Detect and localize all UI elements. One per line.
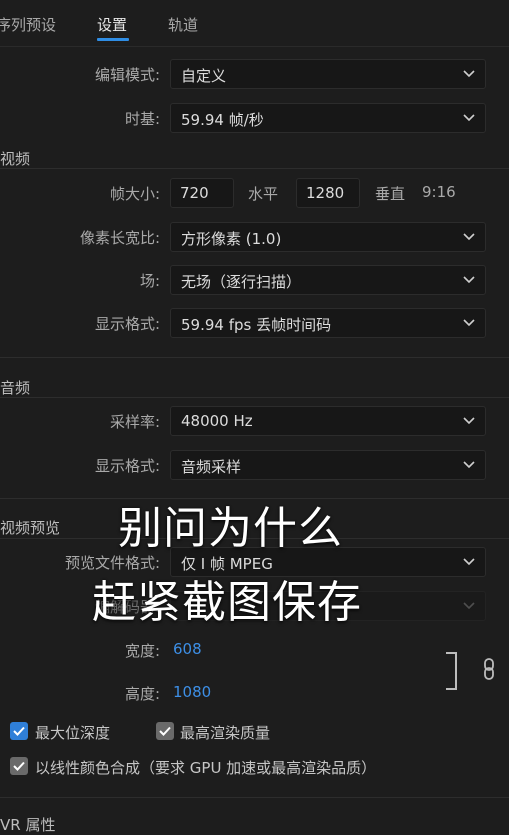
frame-width-value: 720: [180, 184, 209, 202]
active-tab-indicator: [97, 38, 129, 41]
audio-display-format-label: 显示格式:: [94, 457, 160, 475]
checkmark-icon: [13, 761, 25, 771]
edit-mode-value: 自定义: [181, 67, 227, 85]
video-display-format-dropdown[interactable]: 59.94 fps 丢帧时间码: [170, 308, 486, 338]
edit-mode-dropdown[interactable]: 自定义: [170, 59, 486, 89]
sample-rate-label: 采样率:: [109, 413, 160, 431]
preview-section-title: 视频预览: [0, 519, 61, 537]
field-label: 场:: [139, 272, 160, 290]
field-dropdown[interactable]: 无场（逐行扫描）: [170, 265, 486, 295]
edit-mode-label: 编辑模式:: [94, 66, 160, 84]
chevron-down-icon: [463, 114, 475, 122]
max-bit-depth-checkbox[interactable]: [10, 722, 28, 740]
frame-height-input[interactable]: 1280: [296, 178, 360, 208]
overlay-caption-line1: 别问为什么: [118, 503, 343, 554]
aspect-ratio-text: 9:16: [422, 183, 456, 201]
chevron-down-icon: [463, 276, 475, 284]
video-display-format-value: 59.94 fps 丢帧时间码: [181, 316, 332, 334]
frame-size-label: 帧大小:: [109, 185, 160, 203]
checkmark-icon: [159, 726, 171, 736]
checkmark-icon: [13, 726, 25, 736]
link-chain-icon[interactable]: [483, 658, 495, 680]
tab-tracks[interactable]: 轨道: [168, 14, 198, 35]
chevron-down-icon: [463, 558, 475, 566]
pixel-aspect-value: 方形像素 (1.0): [181, 230, 282, 248]
chevron-down-icon: [463, 70, 475, 78]
pixel-aspect-label: 像素长宽比:: [79, 229, 160, 247]
frame-height-value: 1280: [306, 184, 345, 202]
video-section-divider: [0, 168, 509, 169]
audio-section-title: 音频: [0, 379, 31, 397]
preview-height-label: 高度:: [124, 685, 160, 703]
chevron-down-icon: [463, 417, 475, 425]
vr-section-title: VR 属性: [0, 816, 56, 834]
timebase-dropdown[interactable]: 59.94 帧/秒: [170, 103, 486, 133]
preview-width-label: 宽度:: [124, 642, 160, 660]
audio-section-divider-top: [0, 357, 509, 358]
chevron-down-icon: [463, 319, 475, 327]
field-value: 无场（逐行扫描）: [181, 273, 302, 291]
audio-display-format-dropdown[interactable]: 音频采样: [170, 450, 486, 480]
linear-color-label: 以线性颜色合成（要求 GPU 加速或最高渲染品质）: [35, 759, 377, 777]
max-bit-depth-label: 最大位深度: [35, 724, 111, 742]
timebase-label: 时基:: [124, 110, 160, 128]
pixel-aspect-dropdown[interactable]: 方形像素 (1.0): [170, 222, 486, 252]
audio-display-format-value: 音频采样: [181, 458, 242, 476]
vertical-label: 垂直: [375, 185, 406, 203]
link-bracket-icon: [446, 652, 457, 690]
overlay-caption-line2: 赶紧截图保存: [92, 577, 362, 628]
preview-height-value[interactable]: 1080: [173, 683, 211, 701]
video-section-title: 视频: [0, 150, 31, 168]
tab-sequence-presets[interactable]: 序列预设: [0, 14, 56, 35]
audio-section-divider: [0, 397, 509, 398]
vr-section-divider: [0, 797, 509, 798]
chevron-down-icon: [463, 233, 475, 241]
horizontal-label: 水平: [248, 185, 279, 203]
max-render-quality-label: 最高渲染质量: [180, 724, 271, 742]
frame-width-input[interactable]: 720: [170, 178, 234, 208]
video-display-format-label: 显示格式:: [94, 315, 160, 333]
chevron-down-icon: [463, 602, 475, 610]
preview-width-value[interactable]: 608: [173, 640, 202, 658]
sample-rate-dropdown[interactable]: 48000 Hz: [170, 406, 486, 436]
linear-color-checkbox[interactable]: [10, 757, 28, 775]
max-render-quality-checkbox[interactable]: [156, 722, 174, 740]
chevron-down-icon: [463, 461, 475, 469]
timebase-value: 59.94 帧/秒: [181, 111, 264, 129]
tabs-divider: [0, 46, 509, 47]
tab-settings[interactable]: 设置: [97, 14, 127, 35]
sample-rate-value: 48000 Hz: [181, 412, 253, 430]
